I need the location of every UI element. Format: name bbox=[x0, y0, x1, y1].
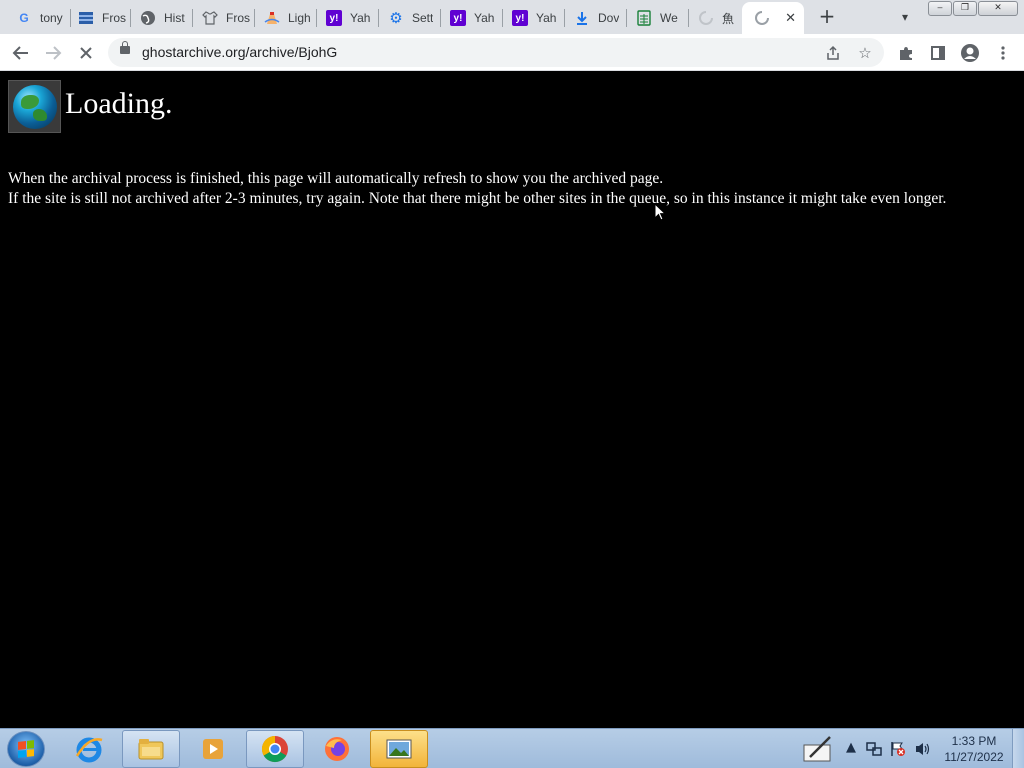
address-bar[interactable]: ghostarchive.org/archive/BjohG ☆ bbox=[108, 38, 884, 67]
tab-search-chevron-icon[interactable]: ▾ bbox=[894, 6, 916, 28]
close-window-button[interactable]: ✕ bbox=[978, 1, 1018, 16]
side-panel-icon bbox=[931, 46, 945, 60]
puzzle-icon bbox=[900, 47, 912, 60]
mouse-cursor-icon bbox=[654, 203, 667, 221]
tab-title: Fros bbox=[226, 11, 250, 25]
menu-button[interactable] bbox=[990, 40, 1016, 66]
yahoo-icon: y! bbox=[512, 10, 528, 26]
tab-title: Hist bbox=[164, 11, 185, 25]
tab-yahoo-3[interactable]: y! Yah bbox=[500, 4, 562, 32]
download-icon bbox=[574, 10, 590, 26]
back-button[interactable] bbox=[8, 40, 34, 66]
globe-icon bbox=[8, 80, 61, 133]
back-arrow-icon bbox=[12, 46, 28, 60]
stop-x-icon bbox=[80, 47, 92, 59]
maximize-button[interactable]: ❐ bbox=[953, 1, 977, 16]
tab-settings[interactable]: ⚙ Sett bbox=[376, 4, 438, 32]
tab-title: Fros bbox=[102, 11, 126, 25]
loading-spinner-icon bbox=[698, 10, 714, 26]
photo-viewer-icon bbox=[386, 739, 412, 759]
tab-title: Sett bbox=[412, 11, 434, 25]
side-panel-button[interactable] bbox=[925, 40, 951, 66]
loading-spinner-icon bbox=[754, 10, 770, 26]
firefox-icon bbox=[325, 737, 349, 761]
forward-button[interactable] bbox=[40, 40, 66, 66]
tab-title: tony bbox=[40, 11, 63, 25]
taskbar-file-explorer[interactable] bbox=[122, 730, 180, 768]
tab-web[interactable]: We bbox=[624, 4, 686, 32]
clock-date[interactable]: 11/27/2022 bbox=[938, 750, 1010, 764]
browser-toolbar: ghostarchive.org/archive/BjohG ☆ bbox=[0, 34, 1024, 71]
windows-logo-icon bbox=[18, 740, 34, 758]
tab-active-ghostarchive[interactable]: ✕ bbox=[742, 2, 804, 34]
forward-arrow-icon bbox=[46, 46, 62, 60]
clock-time[interactable]: 1:33 PM bbox=[944, 734, 1004, 748]
pen-input-icon[interactable] bbox=[802, 733, 834, 763]
google-icon: G bbox=[19, 11, 29, 25]
avatar-icon bbox=[961, 44, 979, 62]
new-tab-button[interactable]: + bbox=[816, 6, 838, 28]
close-tab-icon[interactable]: ✕ bbox=[785, 11, 796, 26]
taskbar-photo-viewer[interactable] bbox=[370, 730, 428, 768]
tab-title: Yah bbox=[350, 11, 371, 25]
tab-title: Ligh bbox=[288, 11, 311, 25]
taskbar-internet-explorer[interactable] bbox=[60, 730, 118, 768]
action-center-flag-icon[interactable] bbox=[890, 741, 906, 757]
kebab-menu-icon bbox=[1001, 46, 1005, 60]
gear-icon: ⚙ bbox=[389, 9, 403, 27]
yahoo-icon: y! bbox=[450, 10, 466, 26]
tab-loading[interactable]: 魚 bbox=[686, 4, 742, 32]
tab-title: We bbox=[660, 11, 678, 25]
tab-google[interactable]: G tony bbox=[4, 4, 68, 32]
tab-title: Dov bbox=[598, 11, 620, 25]
start-button[interactable] bbox=[7, 731, 45, 767]
globe-icon bbox=[140, 10, 156, 26]
minimize-button[interactable]: ‒ bbox=[928, 1, 952, 16]
show-desktop-button[interactable] bbox=[1012, 729, 1024, 768]
taskbar-media-player[interactable] bbox=[184, 730, 242, 768]
tab-title: Yah bbox=[474, 11, 495, 25]
shirt-icon bbox=[202, 10, 218, 26]
tab-strip: G tony Fros Hist Fros Ligh y! Yah ⚙ Sett… bbox=[0, 0, 1024, 34]
share-icon[interactable] bbox=[822, 42, 844, 64]
extensions-button[interactable] bbox=[893, 40, 919, 66]
tab-title: 魚 bbox=[722, 11, 735, 26]
volume-icon[interactable] bbox=[914, 741, 932, 757]
tab-title: Yah bbox=[536, 11, 557, 25]
network-icon[interactable] bbox=[866, 741, 882, 757]
tab-history[interactable]: Hist bbox=[128, 4, 190, 32]
page-title: Loading. bbox=[65, 87, 173, 120]
taskbar-firefox[interactable] bbox=[308, 730, 366, 768]
chrome-icon bbox=[261, 735, 288, 763]
tab-downloads[interactable]: Dov bbox=[562, 4, 624, 32]
status-message-line-2: If the site is still not archived after … bbox=[8, 190, 947, 207]
url-text[interactable]: ghostarchive.org/archive/BjohG bbox=[142, 44, 337, 60]
lock-icon[interactable] bbox=[120, 41, 130, 54]
taskbar-chrome[interactable] bbox=[246, 730, 304, 768]
internet-explorer-icon bbox=[75, 737, 103, 763]
profile-button[interactable] bbox=[957, 40, 983, 66]
tab-yahoo-1[interactable]: y! Yah bbox=[314, 4, 376, 32]
file-explorer-icon bbox=[138, 739, 164, 760]
tab-fros-2[interactable]: Fros bbox=[190, 4, 252, 32]
media-player-icon bbox=[203, 739, 223, 759]
bookmark-star-icon[interactable]: ☆ bbox=[854, 42, 876, 64]
status-message-line-1: When the archival process is finished, t… bbox=[8, 170, 664, 187]
tab-fros-1[interactable]: Fros bbox=[66, 4, 128, 32]
tab-yahoo-2[interactable]: y! Yah bbox=[438, 4, 500, 32]
yahoo-icon: y! bbox=[326, 10, 342, 26]
show-hidden-icons-icon[interactable]: ▲ bbox=[846, 740, 856, 755]
stop-loading-button[interactable] bbox=[73, 40, 99, 66]
flag-icon bbox=[78, 10, 94, 26]
windows-taskbar: ▲ 1:33 PM 11/27/2022 bbox=[0, 728, 1024, 768]
page-content: Loading. When the archival process is fi… bbox=[0, 72, 1024, 728]
lighthouse-icon bbox=[264, 10, 280, 26]
spreadsheet-icon bbox=[636, 10, 652, 26]
tab-light[interactable]: Ligh bbox=[252, 4, 314, 32]
